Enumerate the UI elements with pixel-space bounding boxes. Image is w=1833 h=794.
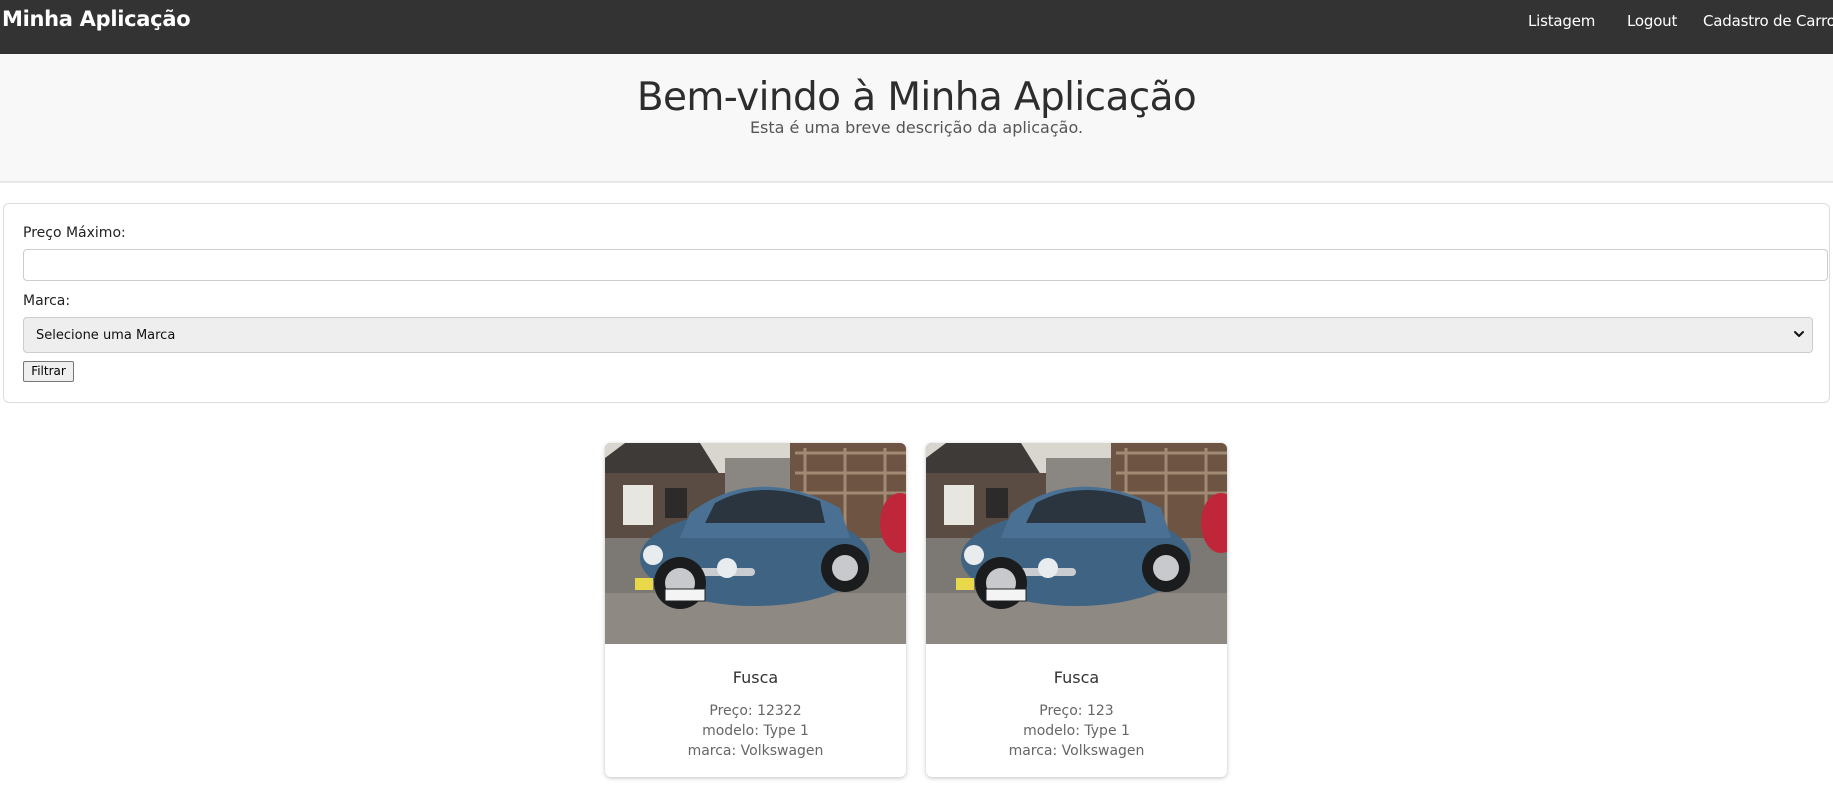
max-price-label: Preço Máximo: bbox=[23, 225, 126, 241]
brand-select-value: Selecione uma Marca bbox=[36, 328, 176, 343]
car-image bbox=[605, 443, 906, 644]
app-brand[interactable]: Minha Aplicação bbox=[2, 7, 191, 31]
nav-link-listagem[interactable]: Listagem bbox=[1528, 12, 1595, 30]
filter-form: Preço Máximo: Marca: Selecione uma Marca… bbox=[3, 203, 1830, 403]
car-card[interactable]: Fusca Preço: 12322 modelo: Type 1 marca:… bbox=[605, 443, 906, 777]
max-price-input[interactable] bbox=[23, 249, 1828, 281]
car-brand: marca: Volkswagen bbox=[687, 743, 824, 759]
car-card[interactable]: Fusca Preço: 123 modelo: Type 1 marca: V… bbox=[926, 443, 1227, 777]
car-image bbox=[926, 443, 1227, 644]
top-navbar: Minha Aplicação Listagem Logout Cadastro… bbox=[0, 0, 1833, 54]
car-title: Fusca bbox=[732, 668, 779, 687]
car-model: modelo: Type 1 bbox=[1023, 723, 1130, 739]
page-subtitle: Esta é uma breve descrição da aplicação. bbox=[749, 118, 1084, 137]
nav-link-logout[interactable]: Logout bbox=[1627, 12, 1677, 30]
brand-select[interactable]: Selecione uma Marca bbox=[23, 317, 1813, 353]
chevron-down-icon bbox=[1794, 331, 1804, 337]
brand-label: Marca: bbox=[23, 293, 71, 309]
car-price: Preço: 123 bbox=[1039, 703, 1114, 719]
car-brand: marca: Volkswagen bbox=[1008, 743, 1145, 759]
car-title: Fusca bbox=[1053, 668, 1100, 687]
car-price: Preço: 12322 bbox=[709, 703, 802, 719]
hero-banner: Bem-vindo à Minha Aplicação Esta é uma b… bbox=[0, 54, 1833, 183]
page-title: Bem-vindo à Minha Aplicação bbox=[636, 75, 1197, 120]
car-model: modelo: Type 1 bbox=[702, 723, 809, 739]
filter-button[interactable]: Filtrar bbox=[23, 361, 74, 382]
nav-link-cadastro-de-carro[interactable]: Cadastro de Carro bbox=[1703, 12, 1833, 30]
